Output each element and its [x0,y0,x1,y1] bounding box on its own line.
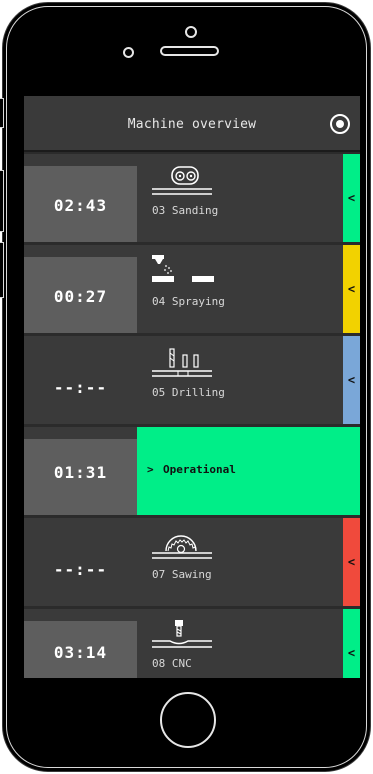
time-box: 03:14 [24,621,137,678]
time-box: --:-- [24,530,137,606]
machine-label: 03 Sanding [152,204,219,217]
time-box: 02:43 [24,166,137,242]
phone-frame: Machine overview 02:43 03 Sanding < 00:2… [0,0,373,774]
time-box: 01:31 [24,439,137,515]
proximity-sensor [123,47,134,58]
drilling-machine-icon [152,348,212,377]
status-strip[interactable]: < [343,518,360,606]
machine-label: 04 Spraying [152,295,225,308]
volume-up-button [0,170,4,232]
status-text: Operational [163,463,236,476]
time-remaining: 02:43 [53,196,108,215]
time-remaining: 00:27 [53,287,108,306]
spraying-machine-icon [152,255,214,282]
mute-switch [0,98,4,128]
sawing-machine-icon [152,535,212,559]
time-remaining: 03:14 [53,643,108,662]
status-panel[interactable]: > Operational [137,427,360,515]
time-box: --:-- [24,348,137,424]
app-screen: Machine overview 02:43 03 Sanding < 00:2… [24,96,360,678]
time-remaining: --:-- [53,378,108,397]
front-camera [185,26,197,38]
chevron-left-icon: < [347,646,356,660]
status-strip[interactable]: < [343,154,360,242]
sanding-machine-icon [152,166,212,195]
machine-row-drilling[interactable]: --:-- 05 Drilling < [24,336,360,424]
status-chevron-right-icon: > [147,463,154,476]
app-header: Machine overview [24,96,360,152]
cnc-machine-icon [152,620,212,648]
machine-row-expanded[interactable]: 01:31 > Operational [24,427,360,515]
machine-label: 07 Sawing [152,568,212,581]
status-strip[interactable]: < [343,245,360,333]
chevron-left-icon: < [347,282,356,296]
time-remaining: 01:31 [53,463,108,482]
machine-row-spraying[interactable]: 00:27 04 Spraying < [24,245,360,333]
time-remaining: --:-- [53,560,108,579]
machine-label: 05 Drilling [152,386,225,399]
machine-row-sawing[interactable]: --:-- 07 Sawing < [24,518,360,606]
target-icon[interactable] [330,114,350,134]
chevron-left-icon: < [347,191,356,205]
earpiece-speaker [160,46,219,56]
chevron-left-icon: < [347,373,356,387]
volume-down-button [0,242,4,298]
machine-label: 08 CNC [152,657,192,670]
page-title: Machine overview [127,117,257,132]
status-strip[interactable]: < [343,336,360,424]
chevron-left-icon: < [347,555,356,569]
machine-row-sanding[interactable]: 02:43 03 Sanding < [24,154,360,242]
time-box: 00:27 [24,257,137,333]
home-button[interactable] [160,692,216,748]
machine-row-cnc[interactable]: 03:14 08 CNC < [24,609,360,678]
status-strip[interactable]: < [343,609,360,678]
